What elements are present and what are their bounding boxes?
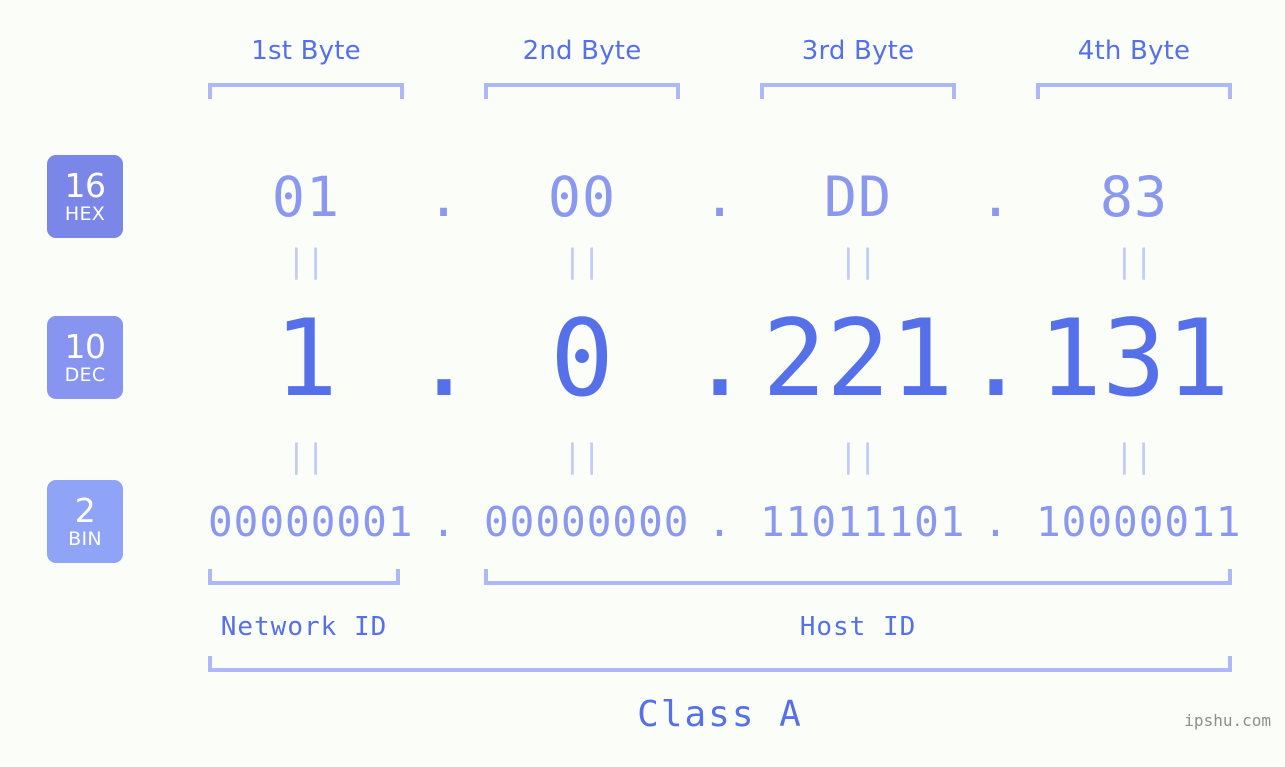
hex-value-row: 01 . 00 . DD . 83 xyxy=(0,152,1285,242)
bin-byte-2: 00000000 xyxy=(484,498,690,546)
equality-mark-hex-dec-1: || xyxy=(286,242,326,280)
dec-byte-1: 1 xyxy=(274,296,338,420)
dec-separator-2: . xyxy=(688,296,752,420)
byte-bracket-1 xyxy=(208,83,404,99)
byte-bracket-4 xyxy=(1036,83,1232,99)
class-label: Class A xyxy=(637,694,803,735)
host-id-label: Host ID xyxy=(799,612,917,642)
bin-byte-1: 00000001 xyxy=(208,498,414,546)
bin-byte-3: 11011101 xyxy=(760,498,966,546)
hex-byte-4: 83 xyxy=(1099,165,1169,229)
byte-header-2: 2nd Byte xyxy=(522,36,642,66)
equality-mark-hex-dec-4: || xyxy=(1114,242,1154,280)
hex-separator-3: . xyxy=(978,165,1014,229)
class-bracket xyxy=(208,656,1232,672)
equality-mark-hex-dec-2: || xyxy=(562,242,602,280)
bin-byte-4: 10000011 xyxy=(1036,498,1242,546)
bin-separator-2: . xyxy=(707,498,733,546)
equality-mark-dec-bin-1: || xyxy=(286,437,326,475)
dec-separator-3: . xyxy=(964,296,1028,420)
hex-byte-3: DD xyxy=(823,165,893,229)
equality-mark-hex-dec-3: || xyxy=(838,242,878,280)
bin-value-row: 00000001 . 00000000 . 11011101 . 1000001… xyxy=(0,492,1285,552)
equality-mark-dec-bin-3: || xyxy=(838,437,878,475)
dec-byte-3: 221 xyxy=(762,296,954,420)
equality-mark-dec-bin-4: || xyxy=(1114,437,1154,475)
dec-byte-4: 131 xyxy=(1038,296,1230,420)
hex-byte-1: 01 xyxy=(271,165,341,229)
byte-bracket-3 xyxy=(760,83,956,99)
bin-separator-3: . xyxy=(983,498,1009,546)
byte-header-4: 4th Byte xyxy=(1077,36,1191,66)
dec-byte-2: 0 xyxy=(550,296,614,420)
hex-separator-2: . xyxy=(702,165,738,229)
byte-header-3: 3rd Byte xyxy=(801,36,915,66)
byte-bracket-2 xyxy=(484,83,680,99)
equality-mark-dec-bin-2: || xyxy=(562,437,602,475)
byte-header-1: 1st Byte xyxy=(251,36,361,66)
network-id-bracket xyxy=(208,569,400,585)
hex-byte-2: 00 xyxy=(547,165,617,229)
dec-separator-1: . xyxy=(412,296,476,420)
dec-value-row: 1 . 0 . 221 . 131 xyxy=(0,296,1285,420)
bin-separator-1: . xyxy=(431,498,457,546)
hex-separator-1: . xyxy=(426,165,462,229)
ip-breakdown-diagram: 1st Byte 2nd Byte 3rd Byte 4th Byte 16 H… xyxy=(0,0,1285,767)
host-id-bracket xyxy=(484,569,1232,585)
site-watermark: ipshu.com xyxy=(1184,711,1271,730)
network-id-label: Network ID xyxy=(220,612,388,642)
